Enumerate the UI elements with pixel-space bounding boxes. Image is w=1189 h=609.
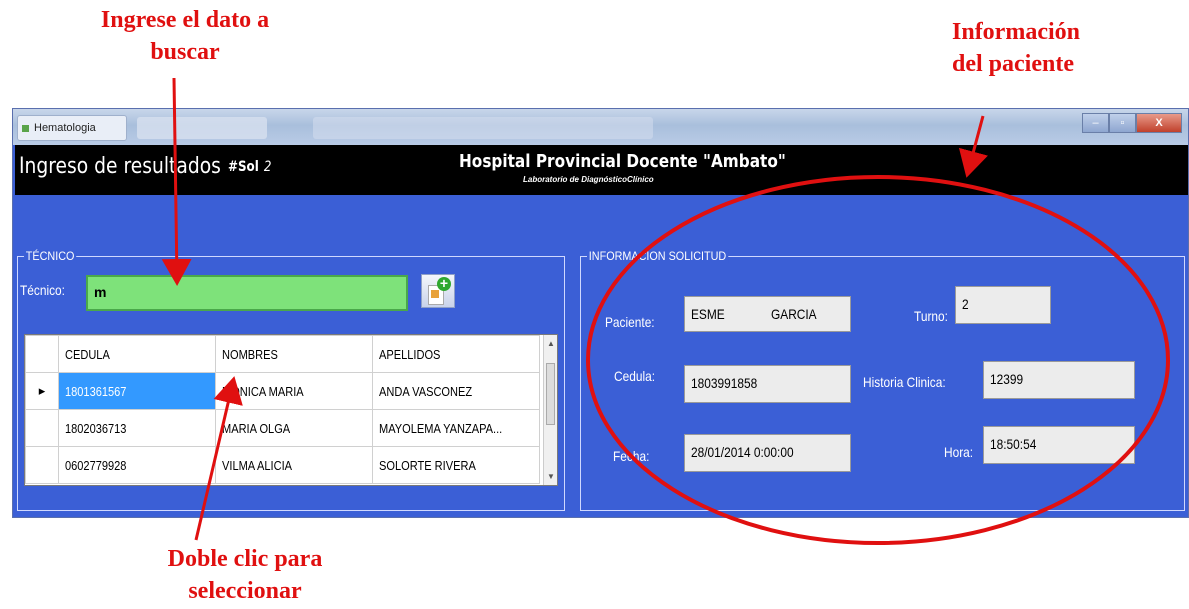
arrow-to-search-field [161, 77, 192, 286]
annotation-overlay [161, 77, 1170, 545]
patient-info-ellipse [586, 175, 1170, 545]
arrow-to-grid-row [194, 376, 243, 541]
arrow-to-patient-info [958, 115, 988, 178]
